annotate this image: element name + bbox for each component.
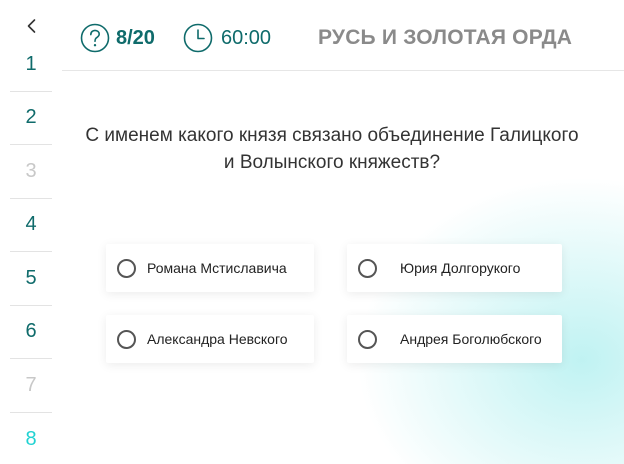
question-nav-item-3[interactable]: 3 (10, 145, 52, 199)
answer-option-4[interactable]: Андрея Боголюбского (347, 315, 562, 363)
question-nav-item-4[interactable]: 4 (10, 199, 52, 252)
answer-option-2[interactable]: Юрия Долгорукого (347, 244, 562, 292)
question-nav-item-2[interactable]: 2 (10, 92, 52, 145)
chevron-left-icon (27, 19, 36, 33)
question-nav-item-1[interactable]: 1 (10, 38, 52, 92)
clock-icon (183, 23, 213, 53)
answer-option-label: Андрея Боголюбского (400, 331, 542, 347)
question-counter: 8/20 (80, 22, 155, 54)
radio-button[interactable] (358, 258, 377, 278)
question-nav-item-5[interactable]: 5 (10, 252, 52, 306)
topic-title: РУСЬ И ЗОЛОТАЯ ОРДА (318, 26, 573, 49)
radio-button[interactable] (358, 329, 377, 349)
radio-button[interactable] (117, 258, 136, 278)
answer-option-3[interactable]: Александра Невского (106, 315, 314, 363)
quiz-timer: 60:00 (183, 22, 271, 54)
radio-button[interactable] (117, 329, 136, 349)
quiz-header: 8/20 60:00 РУСЬ И ЗОЛОТАЯ ОРДА (62, 0, 624, 71)
question-sidebar: 1 2 3 4 5 6 7 8 (0, 0, 62, 464)
question-text: С именем какого князя связано объединени… (85, 125, 579, 173)
answer-option-1[interactable]: Романа Мстиславича (106, 244, 314, 292)
answer-option-label: Александра Невского (147, 331, 288, 347)
answer-option-label: Романа Мстиславича (147, 260, 287, 276)
question-nav-list: 1 2 3 4 5 6 7 8 (10, 38, 52, 464)
question-nav-item-6[interactable]: 6 (10, 306, 52, 359)
quiz-main: 8/20 60:00 РУСЬ И ЗОЛОТАЯ ОРДА С именем … (62, 0, 624, 464)
timer-text: 60:00 (221, 26, 272, 49)
answer-option-label: Юрия Долгорукого (400, 260, 521, 276)
question-nav-item-8[interactable]: 8 (10, 413, 52, 464)
question-nav-item-7[interactable]: 7 (10, 359, 52, 413)
question-counter-text: 8/20 (116, 26, 155, 49)
question-circle-icon (80, 23, 110, 53)
back-button[interactable] (22, 16, 42, 36)
